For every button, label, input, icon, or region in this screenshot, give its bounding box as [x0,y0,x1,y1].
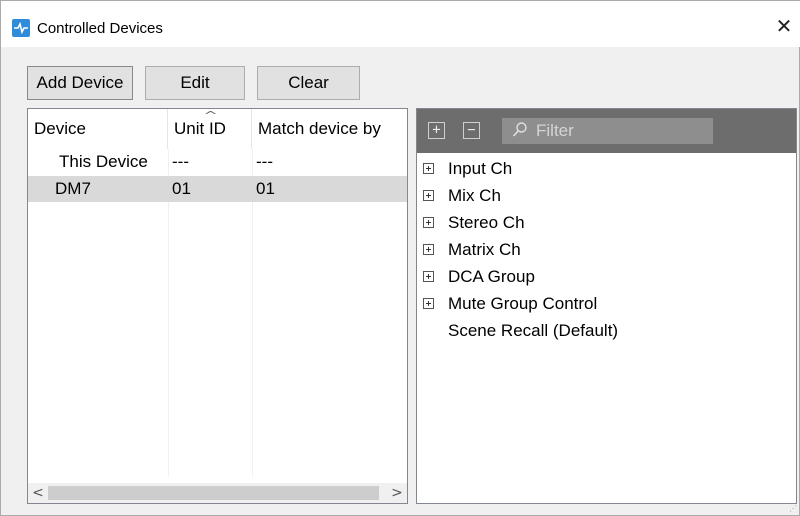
tree-item-mute-group-control[interactable]: Mute Group Control [417,291,796,317]
add-device-button[interactable]: Add Device [27,66,133,100]
filter-box[interactable] [502,118,713,144]
tree-item-scene-recall[interactable]: Scene Recall (Default) [417,318,796,344]
title-bar: Controlled Devices ✕ [1,1,800,47]
tree-item-mix-ch[interactable]: Mix Ch [417,183,796,209]
match-device-cell: 01 [256,179,275,198]
parameter-tree-panel: + − Input Ch Mix Ch Stereo Ch Matrix C [416,108,797,504]
scroll-left-icon[interactable]: < [28,483,48,503]
unit-id-cell: 01 [172,179,191,198]
expand-icon[interactable] [423,163,434,174]
tree-item-label: DCA Group [448,267,535,286]
expand-icon[interactable] [423,190,434,201]
scrollbar-thumb[interactable] [48,486,379,500]
tree-item-input-ch[interactable]: Input Ch [417,156,796,182]
device-name-cell: DM7 [55,179,91,198]
table-row[interactable]: This Device --- --- [28,149,407,175]
column-header-device[interactable]: Device [28,109,168,149]
device-name-cell: This Device [59,152,148,171]
tree-item-label: Scene Recall (Default) [448,321,619,340]
scroll-right-icon[interactable]: > [387,483,407,503]
expand-all-icon[interactable]: + [428,122,445,139]
match-device-cell: --- [256,152,273,171]
tree-item-stereo-ch[interactable]: Stereo Ch [417,210,796,236]
close-icon[interactable]: ✕ [773,15,795,37]
horizontal-scrollbar[interactable]: < > [28,483,407,503]
tree-item-dca-group[interactable]: DCA Group [417,264,796,290]
table-row-selected[interactable]: DM7 01 01 [28,176,407,202]
tree-item-label: Input Ch [448,159,513,178]
controlled-devices-dialog: Controlled Devices ✕ Add Device Edit Cle… [0,0,800,516]
expand-icon[interactable] [423,298,434,309]
app-icon [12,19,30,37]
tree-item-label: Mute Group Control [448,294,598,313]
tree-item-label: Mix Ch [448,186,501,205]
filter-input[interactable] [536,118,706,144]
expand-icon[interactable] [423,244,434,255]
column-header-match-device-by[interactable]: Match device by [252,109,407,149]
expand-icon[interactable] [423,271,434,282]
collapse-all-icon[interactable]: − [463,122,480,139]
window-title: Controlled Devices [37,20,163,37]
edit-button[interactable]: Edit [145,66,245,100]
expand-icon[interactable] [423,217,434,228]
tree-item-matrix-ch[interactable]: Matrix Ch [417,237,796,263]
device-list-header: Device Unit ID Match device by ^ [28,109,407,149]
parameter-toolbar: + − [417,109,796,153]
sort-ascending-icon: ^ [203,109,218,122]
device-list[interactable]: Device Unit ID Match device by ^ This De… [27,108,408,504]
tree-item-label: Stereo Ch [448,213,525,232]
search-icon [512,122,527,137]
resize-grip-icon[interactable]: ⋰ [789,505,797,513]
clear-button[interactable]: Clear [257,66,360,100]
tree-item-label: Matrix Ch [448,240,521,259]
unit-id-cell: --- [172,152,189,171]
